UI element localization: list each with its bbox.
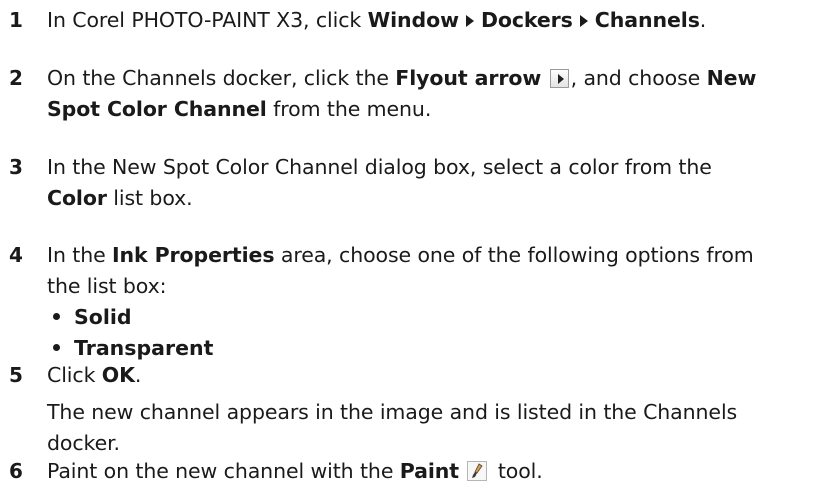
- spot-color-channel-label: Spot Color Channel: [47, 97, 267, 121]
- step-number: 5: [9, 363, 23, 387]
- step-text-continued: Color list box.: [47, 186, 193, 210]
- bullet-icon: [53, 344, 60, 351]
- step-text: In Corel PHOTO-PAINT X3, click Window Doc…: [47, 8, 707, 32]
- flyout-arrow-label: Flyout arrow: [395, 66, 542, 90]
- menu-window: Window: [367, 8, 459, 32]
- flyout-arrow-icon: [549, 69, 569, 88]
- step-number: 3: [9, 155, 23, 179]
- step-text-continued: Spot Color Channel from the menu.: [47, 97, 432, 121]
- paint-tool-icon: [467, 461, 488, 481]
- step-number: 6: [9, 459, 23, 483]
- step-number: 4: [9, 243, 23, 267]
- option-transparent: Transparent: [53, 333, 213, 363]
- paint-tool-label: Paint: [399, 459, 459, 483]
- step-number: 1: [9, 8, 23, 32]
- step-text: On the Channels docker, click the Flyout…: [47, 66, 757, 90]
- procedure-steps: 1 In Corel PHOTO-PAINT X3, click Window D…: [0, 0, 840, 495]
- ink-properties-label: Ink Properties: [112, 243, 275, 267]
- step-text-continued: the list box:: [47, 274, 167, 298]
- menu-arrow-icon: [465, 14, 474, 27]
- menu-arrow-icon: [579, 14, 588, 27]
- option-solid: Solid: [53, 302, 132, 332]
- step-text: Click OK.: [47, 363, 142, 387]
- step-text: Paint on the new channel with the Paint …: [47, 459, 543, 483]
- color-list-box-label: Color: [47, 186, 107, 210]
- menu-dockers: Dockers: [480, 8, 573, 32]
- step-number: 2: [9, 66, 23, 90]
- step-result-continued: docker.: [47, 431, 120, 455]
- step-text: In the Ink Properties area, choose one o…: [47, 243, 754, 267]
- menu-channels: Channels: [594, 8, 700, 32]
- bullet-icon: [53, 313, 60, 320]
- step-text: In the New Spot Color Channel dialog box…: [47, 155, 712, 179]
- step-result: The new channel appears in the image and…: [47, 400, 738, 424]
- ok-label: OK: [101, 363, 135, 387]
